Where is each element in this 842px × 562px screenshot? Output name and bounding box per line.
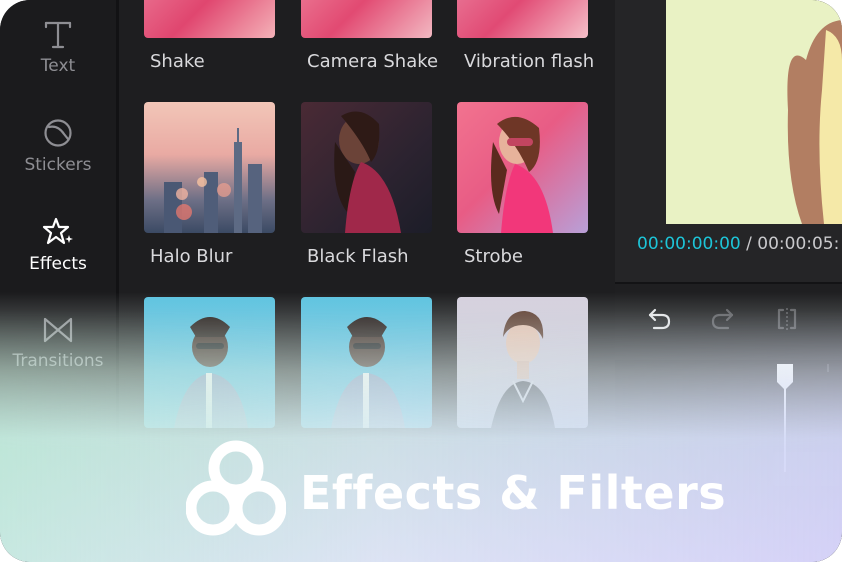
effect-label: Camera Shake — [307, 51, 439, 72]
sidebar: Text Stickers Effects Transitions — [0, 0, 116, 562]
sticker-icon — [44, 119, 72, 147]
portrait-image — [174, 317, 248, 428]
effect-label: Shake — [150, 51, 205, 72]
current-time: 00:00:00:00 — [637, 234, 741, 254]
effect-thumb-row2-a[interactable] — [144, 297, 275, 428]
city-skyline-image — [164, 128, 262, 233]
time-separator: / — [746, 234, 752, 254]
effect-label: Black Flash — [307, 246, 409, 267]
redo-icon[interactable] — [709, 306, 735, 332]
playhead[interactable] — [775, 362, 795, 472]
logo-rings-icon — [186, 440, 286, 536]
portrait-image — [491, 311, 555, 428]
effect-thumb-shake[interactable] — [144, 0, 275, 38]
effect-thumb-vibration-flash[interactable] — [457, 0, 588, 38]
effect-thumb-row2-c[interactable] — [457, 297, 588, 428]
portrait-image — [491, 116, 553, 233]
effect-label: Vibration flash — [464, 51, 595, 72]
portrait-image — [331, 317, 405, 428]
sidebar-item-text[interactable]: Text — [0, 18, 116, 108]
effect-label: Strobe — [464, 246, 524, 267]
preview-image — [787, 20, 842, 224]
split-icon[interactable] — [775, 306, 799, 332]
total-time: 00:00:05: — [757, 234, 840, 254]
effect-thumb-row2-b[interactable] — [301, 297, 432, 428]
sidebar-item-label: Transitions — [12, 351, 104, 371]
timeline[interactable] — [615, 360, 842, 562]
timecode: 00:00:00:00 / 00:00:05: — [637, 234, 839, 254]
sidebar-item-stickers[interactable]: Stickers — [0, 117, 116, 207]
sidebar-item-transitions[interactable]: Transitions — [0, 315, 116, 405]
effect-thumb-black-flash[interactable] — [301, 102, 432, 233]
sparkle-icon — [42, 217, 73, 245]
effect-thumb-camera-shake[interactable] — [301, 0, 432, 38]
effect-thumb-halo-blur[interactable] — [144, 102, 275, 233]
bowtie-icon — [43, 317, 73, 343]
banner-title: Effects & Filters — [300, 466, 727, 520]
edit-toolbar — [615, 284, 842, 360]
app-frame: Text Stickers Effects Transitions Shake … — [0, 0, 842, 562]
effect-thumb-strobe[interactable] — [457, 102, 588, 233]
effect-label: Halo Blur — [150, 246, 233, 267]
sidebar-item-label: Effects — [29, 254, 87, 274]
portrait-image — [334, 111, 401, 233]
undo-icon[interactable] — [647, 306, 673, 332]
timeline-track — [773, 364, 842, 486]
video-preview — [666, 0, 842, 224]
sidebar-item-label: Stickers — [24, 155, 92, 175]
sidebar-item-label: Text — [40, 56, 76, 76]
sidebar-item-effects[interactable]: Effects — [0, 216, 116, 306]
text-icon — [44, 21, 72, 49]
